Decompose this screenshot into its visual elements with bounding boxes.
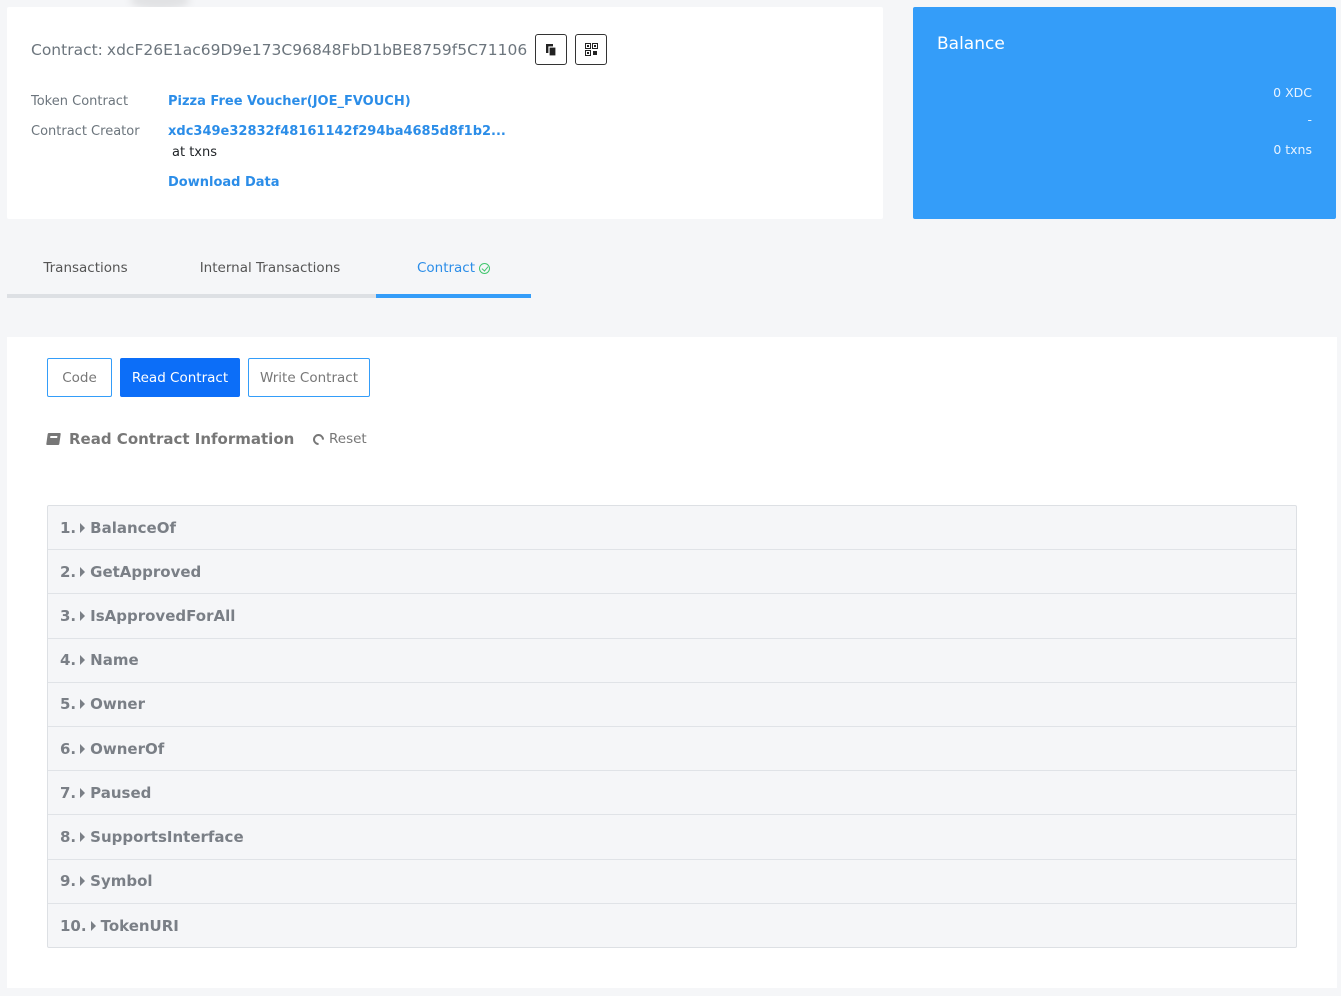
caret-right-icon	[80, 655, 86, 666]
balance-value: -	[1307, 112, 1312, 127]
tab-transactions[interactable]: Transactions	[7, 250, 164, 298]
balance-amount: 0 XDC	[1273, 85, 1312, 100]
function-row-paused[interactable]: 7. Paused	[48, 771, 1296, 816]
caret-right-icon	[80, 522, 86, 533]
caret-right-icon	[80, 699, 86, 710]
caret-right-icon	[80, 787, 86, 798]
function-number: 10.	[60, 916, 87, 935]
function-name: BalanceOf	[90, 518, 176, 537]
reset-label: Reset	[329, 431, 367, 447]
balance-card: Balance 0 XDC - 0 txns	[913, 7, 1336, 219]
function-number: 8.	[60, 827, 77, 846]
contract-creator-link[interactable]: xdc349e32832f48161142f294ba4685d8f1b2...	[168, 124, 506, 139]
function-row-supportsinterface[interactable]: 8. SupportsInterface	[48, 815, 1296, 860]
function-name: IsApprovedForAll	[90, 606, 236, 625]
function-number: 7.	[60, 783, 77, 802]
caret-right-icon	[80, 876, 86, 887]
creator-txn-text: at txns	[172, 145, 217, 160]
qr-code-button[interactable]	[575, 34, 608, 65]
token-contract-link[interactable]: Pizza Free Voucher(JOE_FVOUCH)	[168, 94, 411, 109]
contract-info-card: Contract: xdcF26E1ac69D9e173C96848FbD1bB…	[7, 7, 883, 219]
function-number: 2.	[60, 562, 77, 581]
read-contract-heading: Read Contract Information	[46, 430, 295, 448]
token-contract-label: Token Contract	[31, 94, 129, 109]
function-name: GetApproved	[90, 562, 202, 581]
copy-address-button[interactable]	[535, 34, 568, 65]
function-name: TokenURI	[100, 916, 179, 935]
function-row-symbol[interactable]: 9. Symbol	[48, 860, 1296, 904]
verified-check-icon	[479, 263, 491, 274]
qr-code-icon	[584, 43, 598, 56]
function-number: 3.	[60, 606, 77, 625]
tab-internal-transactions[interactable]: Internal Transactions	[175, 250, 365, 298]
read-contract-title: Read Contract Information	[69, 430, 295, 448]
function-name: Name	[90, 651, 139, 670]
function-name: Symbol	[90, 872, 153, 891]
function-name: Owner	[90, 695, 145, 714]
function-number: 4.	[60, 651, 77, 670]
function-row-ownerof[interactable]: 6. OwnerOf	[48, 727, 1296, 772]
function-row-balanceof[interactable]: 1. BalanceOf	[48, 506, 1296, 551]
function-number: 5.	[60, 695, 77, 714]
balance-title: Balance	[937, 34, 1005, 54]
function-row-isapprovedforall[interactable]: 3. IsApprovedForAll	[48, 594, 1296, 639]
balance-txns: 0 txns	[1273, 142, 1312, 157]
function-row-getapproved[interactable]: 2. GetApproved	[48, 550, 1296, 595]
download-data-link[interactable]: Download Data	[168, 175, 280, 190]
reset-button[interactable]: Reset	[310, 431, 367, 447]
function-number: 9.	[60, 872, 77, 891]
function-name: OwnerOf	[90, 739, 165, 758]
function-number: 6.	[60, 739, 77, 758]
contract-creator-label: Contract Creator	[31, 124, 140, 139]
caret-right-icon	[80, 831, 86, 842]
caret-right-icon	[90, 920, 96, 931]
address-tabs: Transactions Internal Transactions Contr…	[7, 250, 531, 298]
tab-transactions-label: Transactions	[43, 260, 128, 276]
function-row-owner[interactable]: 5. Owner	[48, 683, 1296, 727]
contract-label: Contract:	[31, 40, 103, 59]
function-name: SupportsInterface	[90, 827, 244, 846]
code-button[interactable]: Code	[47, 358, 112, 397]
contract-panel: Code Read Contract Write Contract Read C…	[7, 337, 1337, 988]
read-contract-button[interactable]: Read Contract	[120, 358, 240, 397]
caret-right-icon	[80, 566, 86, 577]
function-number: 1.	[60, 518, 77, 537]
contract-address: xdcF26E1ac69D9e173C96848FbD1bBE8759f5C71…	[106, 40, 528, 59]
book-icon	[46, 433, 61, 445]
tab-internal-transactions-label: Internal Transactions	[199, 260, 341, 276]
tab-contract[interactable]: Contract	[376, 250, 531, 298]
function-name: Paused	[90, 783, 152, 802]
contract-header: Contract: xdcF26E1ac69D9e173C96848FbD1bB…	[31, 34, 608, 65]
write-contract-button[interactable]: Write Contract	[248, 358, 370, 397]
function-row-tokenuri[interactable]: 10. TokenURI	[48, 904, 1296, 948]
caret-right-icon	[80, 743, 86, 754]
copy-icon	[545, 43, 557, 57]
refresh-icon	[310, 431, 327, 447]
caret-right-icon	[80, 610, 86, 621]
read-functions-list: 1. BalanceOf 2. GetApproved 3. IsApprove…	[47, 505, 1297, 948]
function-row-name[interactable]: 4. Name	[48, 639, 1296, 683]
tab-contract-label: Contract	[416, 260, 476, 276]
